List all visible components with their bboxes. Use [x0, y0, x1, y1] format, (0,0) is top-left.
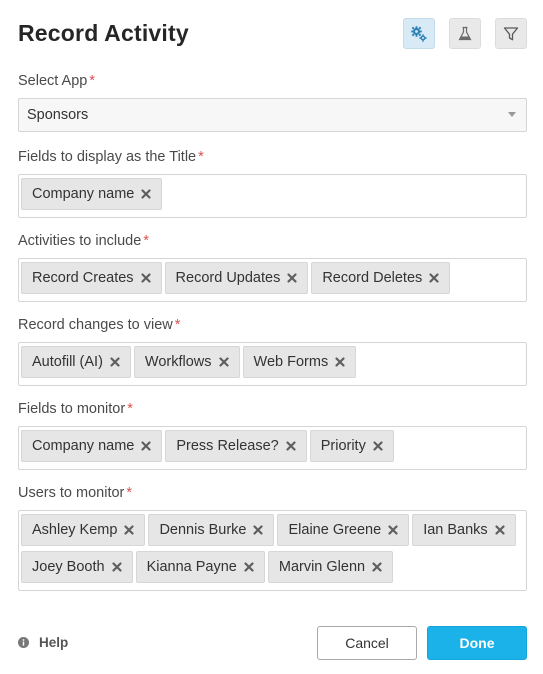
dialog-title: Record Activity	[18, 20, 189, 46]
tag-label: Kianna Payne	[146, 559, 237, 575]
tag-chip: Record Updates	[164, 262, 309, 294]
tag-chip: Record Creates	[21, 262, 162, 294]
tag-chip: Ian Banks	[412, 514, 516, 546]
required-marker: *	[198, 149, 204, 165]
tag-chip: Company name	[21, 178, 163, 210]
tag-label: Company name	[32, 186, 135, 202]
remove-tag-icon[interactable]	[372, 562, 382, 572]
flask-icon	[458, 26, 472, 40]
remove-tag-icon[interactable]	[218, 357, 229, 367]
fields-monitor-input[interactable]: Company name Press Release? Priority	[18, 426, 527, 470]
dialog-header: Record Activity	[18, 18, 527, 50]
title-fields-section: Fields to display as the Title * Company …	[18, 148, 527, 218]
remove-tag-icon[interactable]	[111, 562, 122, 572]
remove-tag-icon[interactable]	[110, 357, 120, 367]
tag-label: Elaine Greene	[288, 522, 382, 538]
required-marker: *	[174, 317, 181, 333]
remove-tag-icon[interactable]	[140, 273, 151, 283]
select-app-section: Select App * Sponsors	[18, 72, 527, 132]
chevron-down-icon	[508, 112, 516, 117]
remove-tag-icon[interactable]	[495, 525, 505, 535]
fields-monitor-label: Fields to monitor	[18, 401, 126, 417]
record-changes-label: Record changes to view	[18, 317, 173, 333]
help-label: Help	[39, 635, 69, 650]
help-link[interactable]: Help	[18, 635, 68, 650]
tag-label: Record Deletes	[322, 270, 423, 286]
remove-tag-icon[interactable]	[388, 525, 398, 535]
remove-tag-icon[interactable]	[335, 357, 345, 367]
tag-label: Workflows	[144, 354, 212, 370]
remove-tag-icon[interactable]	[141, 441, 151, 451]
tag-chip: Web Forms	[242, 346, 357, 378]
activities-input[interactable]: Record Creates Record Updates Record Delet…	[18, 258, 527, 302]
tag-chip: Kianna Payne	[135, 551, 265, 583]
gears-icon	[411, 25, 427, 42]
title-fields-input[interactable]: Company name	[18, 174, 527, 218]
required-marker: *	[143, 233, 149, 249]
remove-tag-icon[interactable]	[373, 441, 383, 451]
tag-label: Ashley Kemp	[32, 522, 118, 538]
title-fields-label: Fields to display as the Title	[18, 149, 197, 165]
settings-button[interactable]	[403, 18, 435, 49]
tag-label: Marvin Glenn	[278, 559, 366, 575]
remove-tag-icon[interactable]	[141, 189, 151, 199]
tag-chip: Joey Booth	[21, 551, 133, 583]
remove-tag-icon[interactable]	[244, 562, 254, 572]
tag-label: Dennis Burke	[159, 522, 247, 538]
remove-tag-icon[interactable]	[286, 441, 296, 451]
remove-tag-icon[interactable]	[124, 525, 135, 535]
select-app-value: Sponsors	[27, 107, 89, 123]
tag-chip: Marvin Glenn	[267, 551, 394, 583]
users-monitor-input[interactable]: Ashley Kemp Dennis Burke Elaine Greene Ian …	[18, 510, 527, 591]
test-button[interactable]	[449, 18, 481, 49]
required-marker: *	[89, 73, 95, 89]
activities-section: Activities to include * Record Creates Rec…	[18, 232, 527, 302]
tag-label: Joey Booth	[32, 559, 105, 575]
users-monitor-label: Users to monitor	[18, 485, 125, 501]
tag-chip: Dennis Burke	[148, 514, 275, 546]
dialog-footer: Help Cancel Done	[18, 626, 527, 660]
filter-button[interactable]	[495, 18, 527, 49]
tag-label: Web Forms	[253, 354, 329, 370]
required-marker: *	[127, 401, 133, 417]
tag-label: Record Creates	[32, 270, 134, 286]
tag-label: Press Release?	[176, 438, 279, 454]
tag-chip: Company name	[21, 430, 163, 462]
remove-tag-icon[interactable]	[429, 273, 439, 283]
remove-tag-icon[interactable]	[287, 273, 297, 283]
tag-label: Autofill (AI)	[32, 354, 103, 370]
tag-chip: Autofill (AI)	[21, 346, 131, 378]
cancel-button[interactable]: Cancel	[317, 626, 417, 660]
select-app-dropdown[interactable]: Sponsors	[18, 98, 527, 132]
users-monitor-section: Users to monitor * Ashley Kemp Dennis Burk…	[18, 484, 527, 591]
select-app-label: Select App	[18, 73, 88, 89]
tag-chip: Ashley Kemp	[21, 514, 146, 546]
tag-label: Priority	[320, 438, 366, 454]
activities-label: Activities to include	[18, 233, 142, 249]
remove-tag-icon[interactable]	[253, 525, 264, 535]
record-changes-section: Record changes to view * Autofill (AI) Wor…	[18, 316, 527, 386]
done-button[interactable]: Done	[427, 626, 527, 660]
tag-label: Record Updates	[175, 270, 281, 286]
tag-chip: Priority	[309, 430, 394, 462]
tag-chip: Workflows	[133, 346, 240, 378]
filter-icon	[503, 26, 519, 40]
tag-chip: Elaine Greene	[277, 514, 410, 546]
info-icon	[18, 637, 29, 648]
fields-monitor-section: Fields to monitor * Company name Press Rel…	[18, 400, 527, 470]
tag-label: Ian Banks	[423, 522, 488, 538]
record-changes-input[interactable]: Autofill (AI) Workflows Web Forms	[18, 342, 527, 386]
tag-label: Company name	[32, 438, 135, 454]
tag-chip: Press Release?	[165, 430, 307, 462]
required-marker: *	[126, 485, 133, 501]
tag-chip: Record Deletes	[311, 262, 451, 294]
